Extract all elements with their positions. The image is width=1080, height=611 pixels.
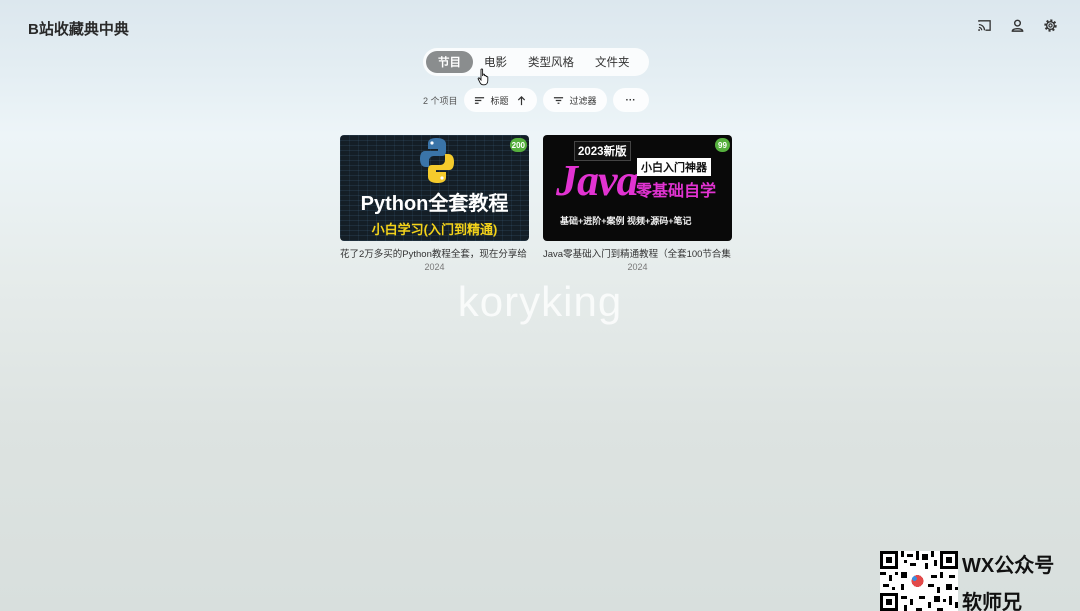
hand-cursor-icon <box>477 68 489 86</box>
card-thumbnail[interactable]: Python全套教程 小白学习(入门到精通) 200 <box>340 135 529 241</box>
wx-account-name: 软师兄 <box>962 592 1022 611</box>
card-title[interactable]: Java零基础入门到精通教程（全套100节合集 <box>543 246 732 260</box>
tab-folders[interactable]: 文件夹 <box>585 51 640 73</box>
filter-icon <box>553 96 563 104</box>
episode-count-badge: 99 <box>715 138 730 152</box>
thumbnail-subtitle: 小白学习(入门到精通) <box>371 222 498 237</box>
settings-gear-icon[interactable] <box>1041 16 1060 35</box>
python-logo-icon <box>420 138 454 183</box>
sort-button[interactable]: 标题 <box>463 88 537 112</box>
card-year: 2024 <box>627 262 648 272</box>
item-count: 2 个项目 <box>423 95 458 106</box>
tab-shows[interactable]: 节目 <box>426 51 473 73</box>
app-title[interactable]: B站收藏典中典 <box>28 18 129 39</box>
arrow-up-icon <box>517 95 525 105</box>
wx-account-label: WX公众号 <box>962 555 1055 577</box>
header-actions <box>975 16 1060 35</box>
library-tabs: 节目 电影 类型风格 文件夹 <box>423 48 649 76</box>
episode-count-badge: 200 <box>509 138 527 152</box>
library-toolbar: 2 个项目 标题 过滤器 ··· <box>423 88 655 112</box>
card-thumbnail[interactable]: 2023新版 Java 小白入门神器 零基础自学 基础+进阶+案例 视频+源码+… <box>543 135 732 241</box>
sort-icon <box>474 96 484 104</box>
sort-label: 标题 <box>490 95 509 106</box>
more-dots-icon: ··· <box>625 94 636 106</box>
thumbnail-subtitle: 基础+进阶+案例 视频+源码+笔记 <box>560 216 692 226</box>
media-grid: Python全套教程 小白学习(入门到精通) 200 花了2万多买的Python… <box>340 135 732 272</box>
thumbnail-title: 零基础自学 <box>636 183 717 200</box>
filter-label: 过滤器 <box>569 95 597 106</box>
filter-button[interactable]: 过滤器 <box>542 88 607 112</box>
more-options-button[interactable]: ··· <box>612 88 649 112</box>
card-title[interactable]: 花了2万多买的Python教程全套，现在分享给 <box>340 246 529 260</box>
tab-genres[interactable]: 类型风格 <box>518 51 584 73</box>
qr-code-image <box>880 551 958 611</box>
media-card[interactable]: Python全套教程 小白学习(入门到精通) 200 花了2万多买的Python… <box>340 135 529 272</box>
thumbnail-title: Python全套教程 <box>360 193 509 215</box>
thumbnail-java-text: Java <box>556 156 639 205</box>
card-year: 2024 <box>424 262 445 272</box>
user-icon[interactable] <box>1008 16 1027 35</box>
media-card[interactable]: 2023新版 Java 小白入门神器 零基础自学 基础+进阶+案例 视频+源码+… <box>543 135 732 272</box>
top-bar: B站收藏典中典 <box>0 0 1080 52</box>
thumbnail-tag: 小白入门神器 <box>637 158 711 176</box>
watermark-text: koryking <box>457 278 623 325</box>
cast-icon[interactable] <box>975 16 994 35</box>
